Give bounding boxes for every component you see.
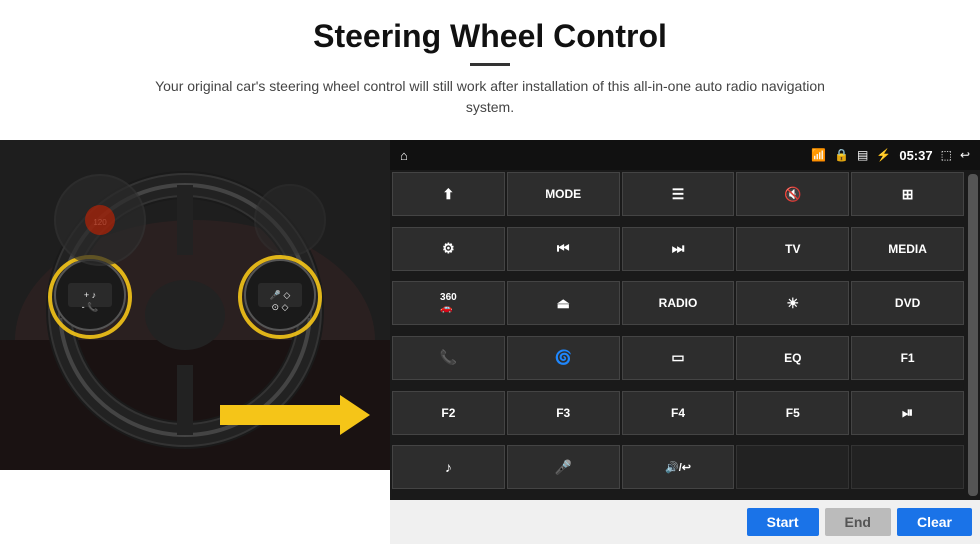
fullscreen-icon[interactable]: ⬚ (941, 148, 952, 162)
btn-phone[interactable]: 📞 (392, 336, 505, 380)
head-unit: ⌂ 📶 🔒 ▤ ⚡ 05:37 ⬚ ↩ ⬆ (390, 140, 980, 544)
status-right: 📶 🔒 ▤ ⚡ 05:37 ⬚ ↩ (811, 148, 970, 163)
start-button[interactable]: Start (747, 508, 819, 536)
btn-f5[interactable]: F5 (736, 391, 849, 435)
btn-vol-call[interactable]: 🔊/↩ (622, 445, 735, 489)
btn-eq[interactable]: EQ (736, 336, 849, 380)
bluetooth-icon: ⚡ (876, 148, 891, 162)
btn-mode[interactable]: MODE (507, 172, 620, 216)
header-description: Your original car's steering wheel contr… (150, 76, 830, 118)
btn-music[interactable]: ♪ (392, 445, 505, 489)
content-row: + ♪ - 📞 🎤 ◇ ⊙ ◇ 120 (0, 140, 980, 544)
btn-f2[interactable]: F2 (392, 391, 505, 435)
btn-brightness[interactable]: ☀ (736, 281, 849, 325)
page-title: Steering Wheel Control (0, 18, 980, 55)
status-left: ⌂ (400, 148, 408, 163)
btn-mic[interactable]: 🎤 (507, 445, 620, 489)
btn-empty-2 (851, 445, 964, 489)
wifi-icon: 📶 (811, 148, 826, 162)
btn-settings[interactable]: ⚙ (392, 227, 505, 271)
btn-360[interactable]: 360🚗 (392, 281, 505, 325)
svg-text:- 📞: - 📞 (82, 301, 99, 312)
steering-wheel-svg: + ♪ - 📞 🎤 ◇ ⊙ ◇ 120 (0, 140, 390, 470)
btn-mute[interactable]: 🔇 (736, 172, 849, 216)
home-icon[interactable]: ⌂ (400, 148, 408, 163)
header: Steering Wheel Control Your original car… (0, 0, 980, 126)
btn-f4[interactable]: F4 (622, 391, 735, 435)
lock-icon: 🔒 (834, 148, 849, 162)
svg-text:⊙ ◇: ⊙ ◇ (272, 302, 289, 312)
clock: 05:37 (899, 148, 932, 163)
btn-media[interactable]: MEDIA (851, 227, 964, 271)
btn-screen[interactable]: ▭ (622, 336, 735, 380)
btn-next[interactable]: ⏭ (622, 227, 735, 271)
clear-button[interactable]: Clear (897, 508, 972, 536)
btn-nav[interactable]: 🌀 (507, 336, 620, 380)
btn-f3[interactable]: F3 (507, 391, 620, 435)
btn-eject[interactable]: ⏏ (507, 281, 620, 325)
btn-dvd[interactable]: DVD (851, 281, 964, 325)
svg-text:+ ♪: + ♪ (84, 290, 96, 300)
header-divider (470, 63, 510, 66)
bottom-bar: Start End Clear (390, 500, 980, 544)
wheel-image: + ♪ - 📞 🎤 ◇ ⊙ ◇ 120 (0, 140, 390, 470)
btn-empty-1 (736, 445, 849, 489)
btn-list[interactable]: ☰ (622, 172, 735, 216)
btn-playpause[interactable]: ⏯ (851, 391, 964, 435)
btn-apps[interactable]: ⊞ (851, 172, 964, 216)
btn-radio[interactable]: RADIO (622, 281, 735, 325)
grid-wrapper: ⬆ MODE ☰ 🔇 ⊞ ⚙ ⏮ ⏭ TV MEDIA 360🚗 ⏏ (390, 170, 966, 500)
button-grid: ⬆ MODE ☰ 🔇 ⊞ ⚙ ⏮ ⏭ TV MEDIA 360🚗 ⏏ (390, 170, 966, 500)
status-bar: ⌂ 📶 🔒 ▤ ⚡ 05:37 ⬚ ↩ (390, 140, 980, 170)
page: Steering Wheel Control Your original car… (0, 0, 980, 544)
btn-tv[interactable]: TV (736, 227, 849, 271)
scrollbar-handle[interactable] (968, 174, 978, 496)
btn-f1[interactable]: F1 (851, 336, 964, 380)
svg-text:🎤 ◇: 🎤 ◇ (270, 289, 291, 300)
end-button[interactable]: End (825, 508, 891, 536)
sim-icon: ▤ (857, 148, 868, 162)
grid-with-scroll: ⬆ MODE ☰ 🔇 ⊞ ⚙ ⏮ ⏭ TV MEDIA 360🚗 ⏏ (390, 170, 980, 500)
back-icon[interactable]: ↩ (960, 148, 970, 162)
btn-prev[interactable]: ⏮ (507, 227, 620, 271)
btn-send[interactable]: ⬆ (392, 172, 505, 216)
